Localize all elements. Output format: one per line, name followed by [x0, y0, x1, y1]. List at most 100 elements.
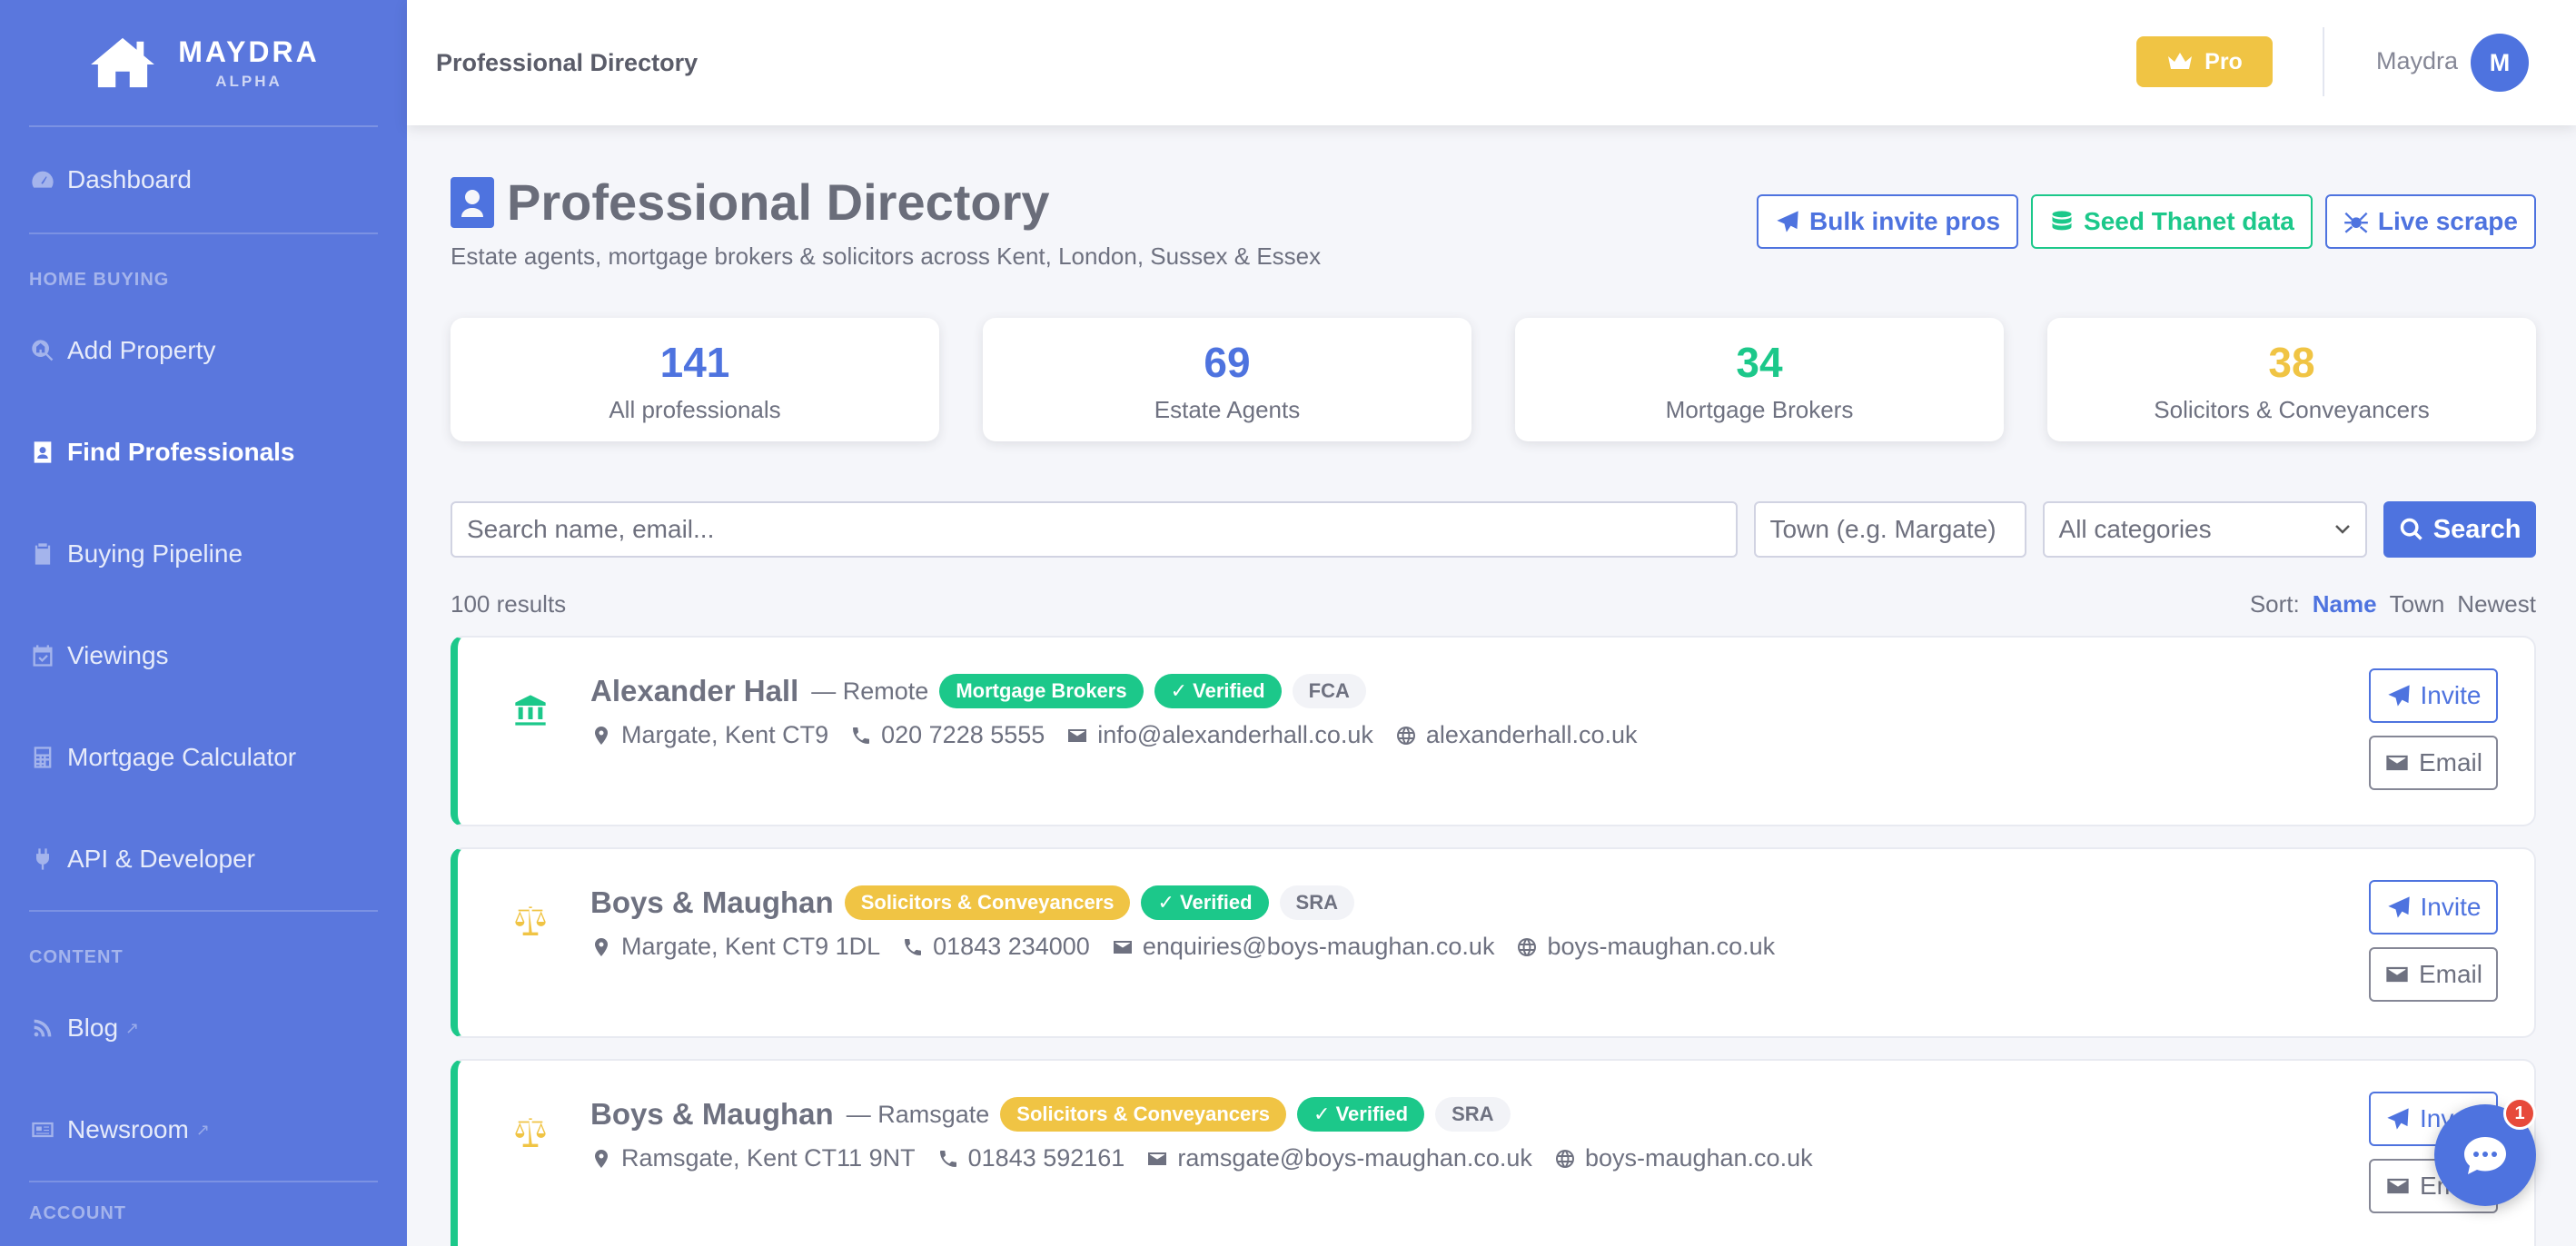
sort-newest[interactable]: Newest — [2457, 590, 2536, 618]
chat-notification-badge: 1 — [2503, 1097, 2536, 1130]
envelope-icon — [2387, 1178, 2409, 1194]
stat-all-professionals[interactable]: 141 All professionals — [451, 318, 939, 441]
regulator-badge: SRA — [1279, 885, 1354, 920]
website[interactable]: boys-maughan.co.uk — [1547, 933, 1775, 961]
sidebar-item-buying-pipeline[interactable]: Buying Pipeline — [0, 503, 407, 605]
contact-card-icon — [29, 439, 56, 466]
professional-card[interactable]: Alexander Hall — Remote Mortgage Brokers… — [451, 636, 2536, 826]
page-subtitle: Estate agents, mortgage brokers & solici… — [451, 242, 1322, 270]
phone[interactable]: 01843 592161 — [968, 1144, 1125, 1172]
sort-label: Sort: — [2249, 590, 2300, 618]
website[interactable]: boys-maughan.co.uk — [1585, 1144, 1813, 1172]
sort-name[interactable]: Name — [2313, 590, 2377, 618]
phone-icon — [853, 727, 870, 744]
stat-estate-agents[interactable]: 69 Estate Agents — [983, 318, 1471, 441]
professional-location: — Ramsgate — [846, 1100, 990, 1128]
page-header: Professional Directory Estate agents, mo… — [451, 173, 1321, 271]
email-button[interactable]: Email — [2369, 947, 2498, 1002]
paper-plane-icon — [1777, 211, 1798, 232]
external-link-icon: ↗ — [195, 1120, 210, 1139]
professional-name[interactable]: Boys & Maughan — [590, 1097, 834, 1132]
email-label: Email — [2418, 960, 2482, 988]
search-button[interactable]: Search — [2383, 501, 2537, 558]
verified-badge: ✓ Verified — [1154, 674, 1282, 708]
verified-badge: ✓ Verified — [1141, 885, 1269, 920]
sidebar-item-label: Blog — [67, 1014, 119, 1042]
sidebar-item-find-professionals[interactable]: Find Professionals — [0, 401, 407, 503]
professional-location: — Remote — [811, 677, 929, 705]
search-input[interactable] — [451, 501, 1738, 558]
globe-icon — [1555, 1149, 1574, 1168]
sort-town[interactable]: Town — [2390, 590, 2445, 618]
seed-data-button[interactable]: Seed Thanet data — [2031, 194, 2313, 249]
rss-icon — [29, 1014, 56, 1042]
phone[interactable]: 01843 234000 — [933, 933, 1090, 961]
live-scrape-button[interactable]: Live scrape — [2324, 194, 2536, 249]
professional-card[interactable]: Boys & Maughan — Ramsgate Solicitors & C… — [451, 1059, 2536, 1246]
sidebar-item-viewings[interactable]: Viewings — [0, 605, 407, 707]
globe-icon — [1518, 937, 1537, 956]
phone-icon — [905, 938, 922, 955]
verified-badge: ✓ Verified — [1297, 1097, 1425, 1132]
sidebar-item-label: Newsroom — [67, 1115, 189, 1143]
paper-plane-icon — [2387, 1108, 2409, 1130]
stat-value: 141 — [659, 339, 730, 386]
chevron-down-icon — [2335, 525, 2351, 534]
live-scrape-label: Live scrape — [2377, 207, 2518, 235]
stat-solicitors[interactable]: 38 Solicitors & Conveyancers — [2047, 318, 2536, 441]
category-select[interactable]: All categories — [2042, 501, 2368, 558]
email[interactable]: enquiries@boys-maughan.co.uk — [1143, 933, 1495, 961]
address: Margate, Kent CT9 1DL — [621, 933, 881, 960]
town-input[interactable] — [1753, 501, 2026, 558]
email[interactable]: ramsgate@boys-maughan.co.uk — [1177, 1144, 1532, 1172]
professional-name[interactable]: Boys & Maughan — [590, 885, 834, 920]
category-badge: Solicitors & Conveyancers — [1000, 1097, 1287, 1132]
sidebar-item-newsroom[interactable]: Newsroom ↗ — [0, 1079, 407, 1181]
contact-card-icon — [451, 176, 494, 228]
page-title: Professional Directory — [451, 173, 1321, 232]
sidebar-item-label: Dashboard — [67, 165, 192, 193]
invite-button[interactable]: Invite — [2369, 880, 2498, 934]
avatar[interactable]: M — [2471, 34, 2529, 92]
pro-label: Pro — [2204, 48, 2243, 74]
invite-button[interactable]: Invite — [2369, 668, 2498, 723]
scales-icon — [512, 1115, 549, 1152]
sidebar-section-account: ACCOUNT — [29, 1203, 126, 1223]
sidebar-item-add-property[interactable]: Add Property — [0, 300, 407, 401]
email-button[interactable]: Email — [2369, 736, 2498, 790]
stat-mortgage-brokers[interactable]: 34 Mortgage Brokers — [1515, 318, 2004, 441]
search-row: All categories Search — [451, 501, 2537, 558]
topbar-separator — [2323, 27, 2324, 96]
globe-icon — [1396, 726, 1415, 745]
stat-label: Estate Agents — [1154, 396, 1301, 423]
envelope-icon — [2386, 966, 2408, 983]
sidebar-item-api-developer[interactable]: API & Developer — [0, 808, 407, 910]
stats-row: 141 All professionals 69 Estate Agents 3… — [451, 318, 2536, 441]
sidebar-item-label: Add Property — [67, 336, 216, 364]
sidebar-item-label: Buying Pipeline — [67, 539, 243, 568]
sidebar-section-home-buying: HOME BUYING — [29, 270, 170, 290]
bulk-invite-button[interactable]: Bulk invite pros — [1757, 194, 2019, 249]
search-icon — [2400, 518, 2422, 540]
envelope-icon — [1148, 1152, 1167, 1165]
stat-label: Mortgage Brokers — [1665, 396, 1854, 423]
stat-value: 38 — [2268, 339, 2315, 386]
brand[interactable]: MAYDRA ALPHA — [0, 0, 407, 125]
sidebar-item-label: Viewings — [67, 641, 169, 669]
sort-options: Sort: Name Town Newest — [2250, 590, 2536, 618]
sidebar-item-blog[interactable]: Blog ↗ — [0, 977, 407, 1079]
sidebar-item-dashboard[interactable]: Dashboard — [0, 127, 407, 232]
home-icon — [87, 35, 158, 91]
results-row: 100 results Sort: Name Town Newest — [451, 590, 2536, 618]
website[interactable]: alexanderhall.co.uk — [1426, 721, 1638, 749]
category-badge: Solicitors & Conveyancers — [844, 885, 1131, 920]
pro-button[interactable]: Pro — [2136, 36, 2273, 87]
email[interactable]: info@alexanderhall.co.uk — [1097, 721, 1373, 749]
sidebar-item-mortgage-calculator[interactable]: Mortgage Calculator — [0, 707, 407, 808]
professional-name[interactable]: Alexander Hall — [590, 674, 798, 708]
results-count: 100 results — [451, 590, 567, 618]
stat-value: 69 — [1204, 339, 1251, 386]
phone[interactable]: 020 7228 5555 — [881, 721, 1045, 749]
user-name[interactable]: Maydra — [2376, 47, 2458, 75]
professional-card[interactable]: Boys & Maughan Solicitors & Conveyancers… — [451, 847, 2536, 1038]
